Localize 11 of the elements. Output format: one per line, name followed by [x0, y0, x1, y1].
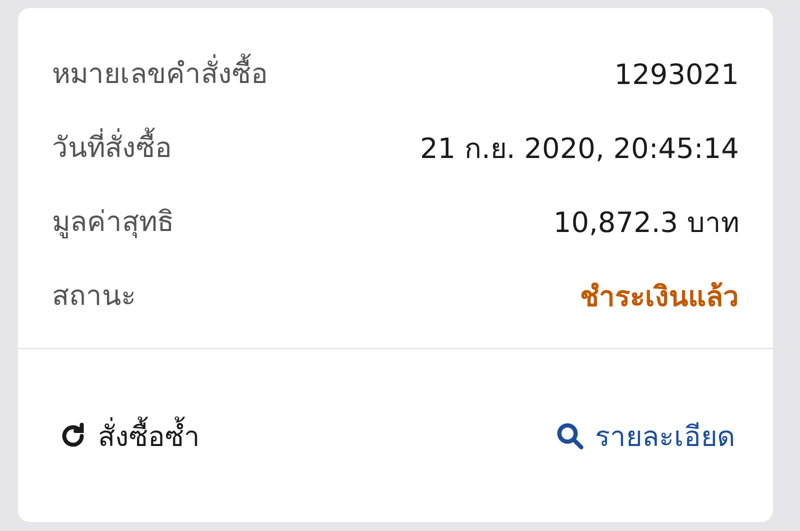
search-icon [555, 420, 585, 450]
field-label: มูลค่าสุทธิ [52, 204, 174, 240]
field-label: หมายเลขคำสั่งซื้อ [52, 55, 268, 93]
field-value: 21 ก.ย. 2020, 20:45:14 [420, 131, 739, 167]
status-value: ชำระเงินแล้ว [580, 279, 739, 315]
field-label: วันที่สั่งซื้อ [52, 129, 172, 167]
details-link[interactable]: รายละเอียด [551, 408, 739, 464]
reorder-button[interactable]: สั่งซื้อซ้ำ [54, 408, 204, 464]
field-label: สถานะ [52, 278, 136, 314]
field-value: 1293021 [614, 58, 739, 90]
field-value: 10,872.3 บาท [553, 205, 739, 241]
